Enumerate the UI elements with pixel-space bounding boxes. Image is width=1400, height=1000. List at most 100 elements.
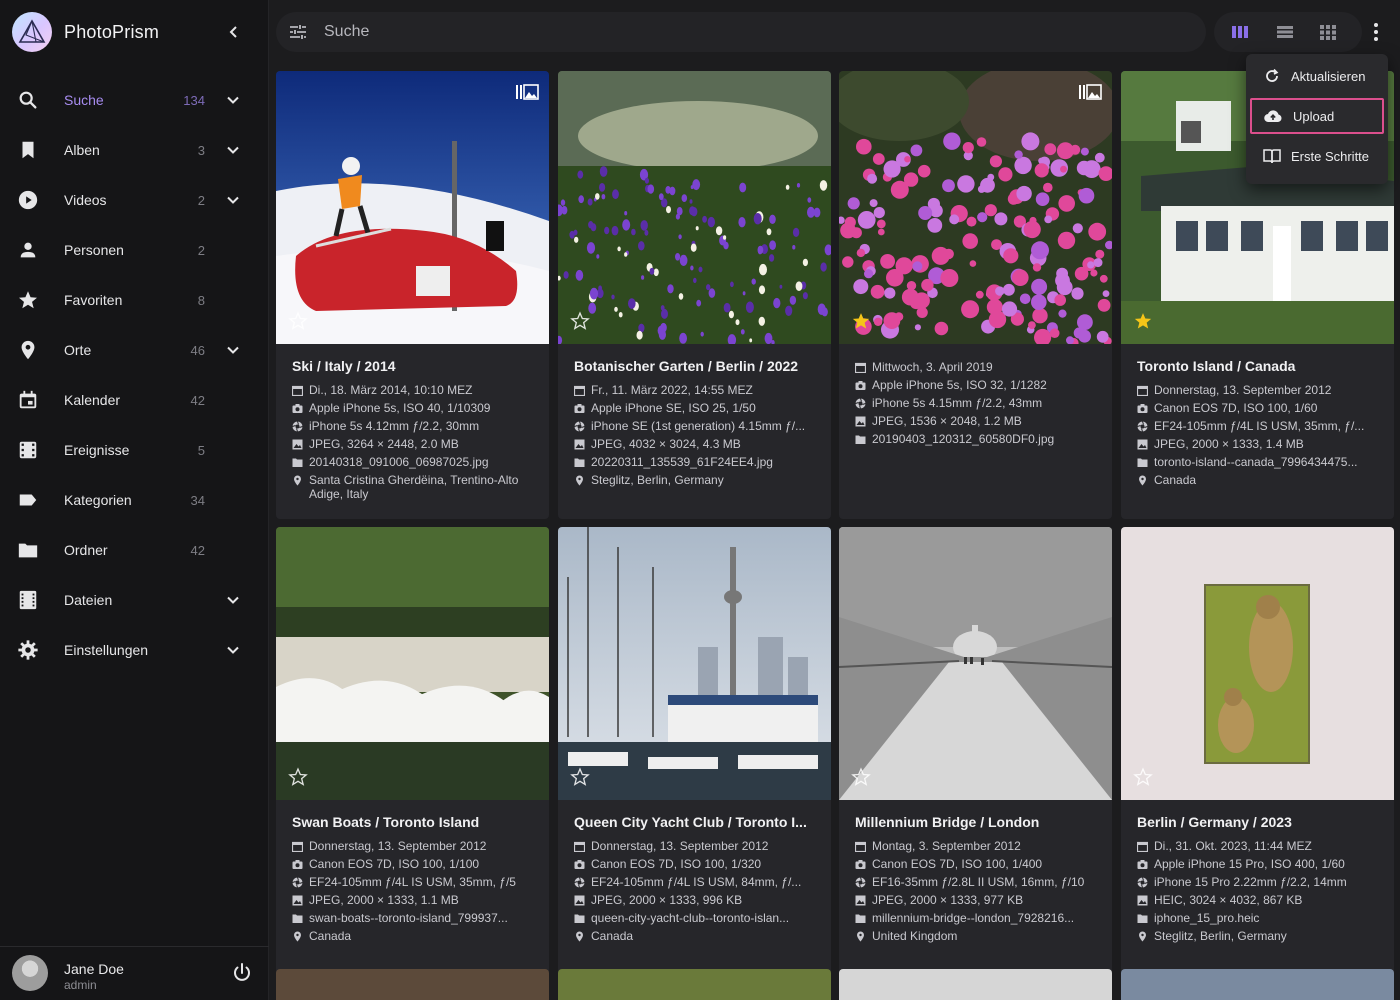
photo-card[interactable]: Botanischer Garten / Berlin / 2022 Fr., 1…	[558, 71, 831, 519]
user-panel: Jane Doe admin	[0, 946, 269, 1000]
sidebar-item-personen[interactable]: Personen 2	[0, 225, 269, 275]
star-filled-icon[interactable]	[1133, 311, 1153, 331]
bookmark-icon	[16, 138, 40, 162]
chevron-down-icon[interactable]	[223, 590, 243, 610]
sidebar-item-count: 46	[190, 342, 205, 358]
sidebar-item-ordner[interactable]: Ordner 42	[0, 525, 269, 575]
photo-camera: Canon EOS 7D, ISO 100, 1/320	[574, 855, 819, 873]
photo-title[interactable]: Queen City Yacht Club / Toronto I...	[574, 814, 819, 830]
search-input[interactable]: Suche	[324, 23, 369, 41]
photo-title[interactable]: Botanischer Garten / Berlin / 2022	[574, 358, 819, 374]
star-filled-icon[interactable]	[851, 311, 871, 331]
power-icon	[234, 963, 250, 981]
star-outline-icon[interactable]	[570, 311, 590, 331]
star-outline-icon[interactable]	[288, 311, 308, 331]
chevron-down-icon[interactable]	[223, 640, 243, 660]
photo-lens: iPhone 5s 4.15mm ƒ/2.2, 43mm	[855, 394, 1100, 412]
chevron-left-icon	[229, 26, 237, 38]
more-menu-button[interactable]	[1364, 20, 1388, 44]
collapse-sidebar-button[interactable]	[222, 20, 246, 44]
photo-title[interactable]: Ski / Italy / 2014	[292, 358, 537, 374]
sidebar-item-suche[interactable]: Suche 134	[0, 75, 269, 125]
cards-view-icon[interactable]	[1230, 22, 1250, 42]
chevron-down-icon[interactable]	[223, 90, 243, 110]
photo-lens: iPhone 15 Pro 2.22mm ƒ/2.2, 14mm	[1137, 873, 1382, 891]
photo-card[interactable]: Queen City Yacht Club / Toronto I... Donn…	[558, 527, 831, 975]
photoprism-logo	[12, 12, 52, 52]
select-photo-icon[interactable]	[1078, 83, 1102, 101]
photo-file-name: 20190403_120312_60580DF0.jpg	[855, 430, 1100, 448]
photo-date: Fr., 11. März 2022, 14:55 MEZ	[574, 381, 819, 399]
photo-date: Donnerstag, 13. September 2012	[1137, 381, 1382, 399]
photo-title[interactable]: Millennium Bridge / London	[855, 814, 1100, 830]
user-role: admin	[64, 978, 97, 992]
photo-card[interactable]: Berlin / Germany / 2023 Di., 31. Okt. 202…	[1121, 527, 1394, 975]
filter-icon[interactable]	[288, 22, 308, 42]
photo-card[interactable]: Swan Boats / Toronto Island Donnerstag, 1…	[276, 527, 549, 975]
photo-thumbnail[interactable]	[558, 71, 831, 344]
chevron-down-icon[interactable]	[223, 340, 243, 360]
sidebar-item-label: Dateien	[64, 592, 113, 608]
photo-card[interactable]	[276, 969, 549, 1000]
photo-camera: Apple iPhone 15 Pro, ISO 400, 1/60	[1137, 855, 1382, 873]
photo-card[interactable]	[839, 969, 1112, 1000]
menu-item-refresh[interactable]: Aktualisieren	[1250, 58, 1384, 94]
star-outline-icon[interactable]	[570, 767, 590, 787]
photo-card[interactable]: Mittwoch, 3. April 2019 Apple iPhone 5s, …	[839, 71, 1112, 519]
photo-date: Montag, 3. September 2012	[855, 837, 1100, 855]
photo-file-info: JPEG, 3264 × 2448, 2.0 MB	[292, 435, 537, 453]
photo-card[interactable]	[1121, 969, 1394, 1000]
photo-location: Canada	[292, 927, 537, 945]
sidebar-item-dateien[interactable]: Dateien	[0, 575, 269, 625]
photo-thumbnail[interactable]	[1121, 527, 1394, 800]
photo-info: Swan Boats / Toronto Island Donnerstag, 1…	[292, 814, 537, 945]
photo-thumbnail[interactable]	[839, 527, 1112, 800]
photo-file-info: JPEG, 1536 × 2048, 1.2 MB	[855, 412, 1100, 430]
photo-file-info: JPEG, 2000 × 1333, 1.4 MB	[1137, 435, 1382, 453]
sidebar-item-orte[interactable]: Orte 46	[0, 325, 269, 375]
sidebar-item-kalender[interactable]: Kalender 42	[0, 375, 269, 425]
chevron-down-icon[interactable]	[223, 190, 243, 210]
photo-thumbnail[interactable]	[839, 71, 1112, 344]
menu-item-getting-started[interactable]: Erste Schritte	[1250, 138, 1384, 174]
photo-thumbnail[interactable]	[558, 527, 831, 800]
photo-card[interactable]: Millennium Bridge / London Montag, 3. Sep…	[839, 527, 1112, 975]
photo-thumbnail[interactable]	[276, 71, 549, 344]
star-outline-icon[interactable]	[288, 767, 308, 787]
sidebar-item-label: Kalender	[64, 392, 121, 408]
list-view-icon[interactable]	[1275, 22, 1295, 42]
menu-item-label: Upload	[1293, 108, 1335, 124]
avatar[interactable]	[12, 955, 48, 991]
photo-title[interactable]: Swan Boats / Toronto Island	[292, 814, 537, 830]
star-outline-icon[interactable]	[851, 767, 871, 787]
sidebar-item-kategorien[interactable]: Kategorien 34	[0, 475, 269, 525]
menu-item-upload[interactable]: Upload	[1250, 98, 1384, 134]
sidebar-item-count: 2	[197, 242, 205, 258]
photo-file-name: swan-boats--toronto-island_799937...	[292, 909, 537, 927]
photo-card[interactable]	[558, 969, 831, 1000]
sidebar-item-einstellungen[interactable]: Einstellungen	[0, 625, 269, 675]
photo-title[interactable]: Berlin / Germany / 2023	[1137, 814, 1382, 830]
sidebar-item-count: 5	[197, 442, 205, 458]
photo-thumbnail[interactable]	[276, 527, 549, 800]
sidebar-item-count: 34	[190, 492, 205, 508]
sidebar-item-ereignisse[interactable]: Ereignisse 5	[0, 425, 269, 475]
search-bar[interactable]: Suche	[276, 12, 1206, 52]
sidebar-item-videos[interactable]: Videos 2	[0, 175, 269, 225]
mosaic-view-icon[interactable]	[1318, 22, 1338, 42]
select-photo-icon[interactable]	[515, 83, 539, 101]
sidebar-item-favoriten[interactable]: Favoriten 8	[0, 275, 269, 325]
chevron-down-icon[interactable]	[223, 140, 243, 160]
app-title: PhotoPrism	[64, 21, 160, 42]
photo-lens: EF16-35mm ƒ/2.8L II USM, 16mm, ƒ/10	[855, 873, 1100, 891]
logout-button[interactable]	[230, 961, 254, 985]
star-outline-icon[interactable]	[1133, 767, 1153, 787]
photo-camera: Apple iPhone SE, ISO 25, 1/50	[574, 399, 819, 417]
actions-menu: Aktualisieren Upload Erste Schritte	[1246, 54, 1388, 184]
photo-title[interactable]: Toronto Island / Canada	[1137, 358, 1382, 374]
photo-date: Di., 31. Okt. 2023, 11:44 MEZ	[1137, 837, 1382, 855]
sidebar-item-count: 134	[183, 92, 205, 108]
sidebar-item-label: Videos	[64, 192, 107, 208]
photo-card[interactable]: Ski / Italy / 2014 Di., 18. März 2014, 10…	[276, 71, 549, 519]
sidebar-item-alben[interactable]: Alben 3	[0, 125, 269, 175]
